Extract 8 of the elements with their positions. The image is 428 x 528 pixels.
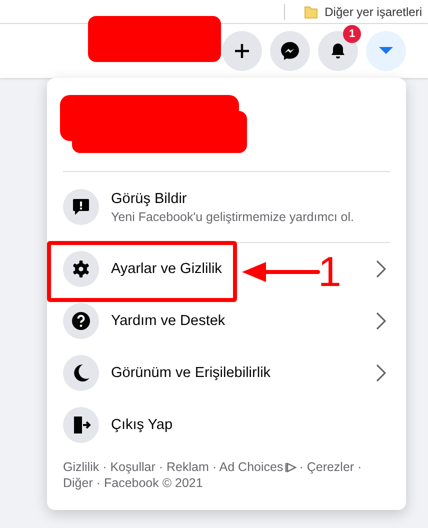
menu-item-title: Ayarlar ve Gizlilik — [111, 261, 222, 277]
menu-item-title: Yardım ve Destek — [111, 313, 226, 329]
menu-item-title: Çıkış Yap — [111, 417, 173, 433]
menu-item-subtitle: Yeni Facebook'u geliştirmemize yardımcı ol. — [111, 210, 354, 224]
notification-badge: 1 — [343, 25, 361, 43]
annotation-number: 1 — [318, 250, 342, 294]
menu-item-title: Görünüm ve Erişilebilirlik — [111, 365, 271, 381]
menu-item-title: Görüş Bildir — [111, 190, 187, 206]
